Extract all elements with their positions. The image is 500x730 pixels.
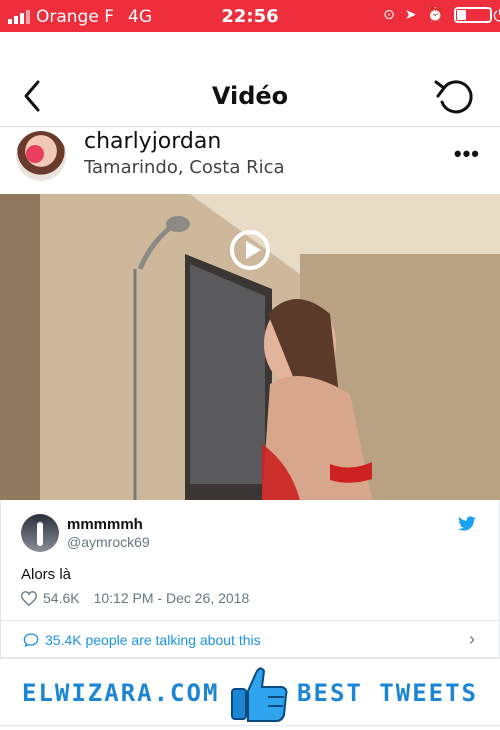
lock-rotation-icon: ⊙	[383, 7, 395, 23]
play-icon[interactable]	[230, 230, 270, 270]
tweet-card: mmmmmh @aymrock69 Alors là 54.6K 10:12 P…	[0, 500, 500, 658]
heart-icon[interactable]	[21, 590, 37, 606]
brand-tagline: BEST TWEETS	[297, 679, 478, 707]
post-username[interactable]: charlyjordan	[84, 129, 221, 154]
conversation-link[interactable]: 35.4K people are talking about this ›	[1, 620, 500, 658]
chevron-right-icon: ›	[469, 629, 475, 649]
tweet-text: Alors là	[21, 566, 72, 583]
alarm-icon: ⏰	[426, 7, 444, 23]
post-location[interactable]: Tamarindo, Costa Rica	[84, 157, 285, 178]
nav-bar: Vidéo	[0, 62, 500, 128]
twitter-bird-icon[interactable]	[457, 516, 477, 532]
brand-site-name: ELWIZARA.COM	[22, 679, 220, 707]
video-player[interactable]	[0, 194, 500, 500]
like-count[interactable]: 54.6K	[43, 590, 80, 606]
status-icons: ⊙ ➤ ⏰ ⏻	[383, 6, 500, 25]
more-options-button[interactable]: •••	[454, 141, 480, 167]
tweet-display-name[interactable]: mmmmmh	[67, 516, 143, 533]
post-header: charlyjordan Tamarindo, Costa Rica •••	[0, 126, 500, 194]
talking-count-text: 35.4K people are talking about this	[45, 631, 261, 648]
page-title: Vidéo	[211, 82, 289, 110]
refresh-icon	[434, 80, 473, 114]
tweet-handle[interactable]: @aymrock69	[67, 534, 150, 550]
watermark-banner: ELWIZARA.COM BEST TWEETS	[0, 658, 500, 726]
tweet-meta: 54.6K 10:12 PM - Dec 26, 2018	[21, 590, 249, 606]
tweet-datetime[interactable]: 10:12 PM - Dec 26, 2018	[94, 590, 250, 606]
speech-bubble-icon	[23, 632, 39, 647]
tweet-avatar[interactable]	[21, 514, 59, 552]
thumbs-up-icon	[231, 667, 288, 722]
refresh-button[interactable]	[432, 76, 476, 116]
battery-icon: ⏻	[454, 6, 500, 25]
status-bar: Orange F 4G 22:56 ⊙ ➤ ⏰ ⏻	[0, 0, 500, 32]
avatar[interactable]	[16, 131, 66, 181]
location-arrow-icon: ➤	[404, 7, 417, 23]
